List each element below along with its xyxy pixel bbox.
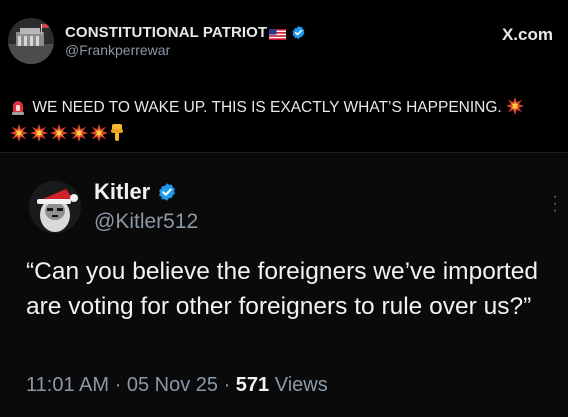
author-handle[interactable]: @Frankperrewar xyxy=(65,42,306,58)
quoted-post-card[interactable]: Kitler @Kitler512 · · · “Can you believe t… xyxy=(0,152,568,417)
post-text-body: WE NEED TO WAKE UP. THIS IS EXACTLY WHAT… xyxy=(32,99,502,116)
collision-icon xyxy=(506,97,525,123)
collision-icon xyxy=(50,124,68,150)
post-time[interactable]: 11:01 AM xyxy=(26,374,109,396)
collision-icon xyxy=(70,124,88,150)
collision-icon xyxy=(10,124,28,150)
quoted-author-handle[interactable]: @Kitler512 xyxy=(94,210,198,234)
us-flag-icon xyxy=(269,27,287,40)
verified-badge-icon xyxy=(157,182,177,202)
quoted-author-avatar[interactable] xyxy=(29,181,81,233)
views-count[interactable]: 571 xyxy=(236,374,269,396)
author-avatar[interactable] xyxy=(8,18,54,64)
siren-icon xyxy=(10,99,26,123)
verified-badge-icon xyxy=(291,25,306,40)
author-block: CONSTITUTIONAL PATRIOT @Frankperrewar xyxy=(65,22,306,58)
post-header: CONSTITUTIONAL PATRIOT @Frankperrewar X.… xyxy=(8,16,560,64)
quoted-post-text: “Can you believe the foreigners we’ve im… xyxy=(26,258,539,320)
quoted-author-name[interactable]: Kitler xyxy=(94,179,150,205)
pointing-down-icon xyxy=(110,124,124,150)
author-line: CONSTITUTIONAL PATRIOT xyxy=(65,22,306,42)
post-date[interactable]: 05 Nov 25 xyxy=(127,374,218,396)
post-text: WE NEED TO WAKE UP. THIS IS EXACTLY WHAT… xyxy=(10,96,562,150)
meta-separator: · xyxy=(223,374,231,396)
author-name[interactable]: CONSTITUTIONAL PATRIOT xyxy=(65,24,267,41)
more-options-icon[interactable]: · · · xyxy=(552,189,558,219)
site-label: X.com xyxy=(501,25,553,44)
views-label: Views xyxy=(274,374,328,396)
quoted-post-meta: 11:01 AM · 05 Nov 25 · 571 Views xyxy=(26,374,328,397)
collision-icon xyxy=(30,124,48,150)
meta-separator: · xyxy=(114,374,122,396)
quoted-author-line: Kitler xyxy=(94,179,177,205)
collision-icon xyxy=(90,124,108,150)
